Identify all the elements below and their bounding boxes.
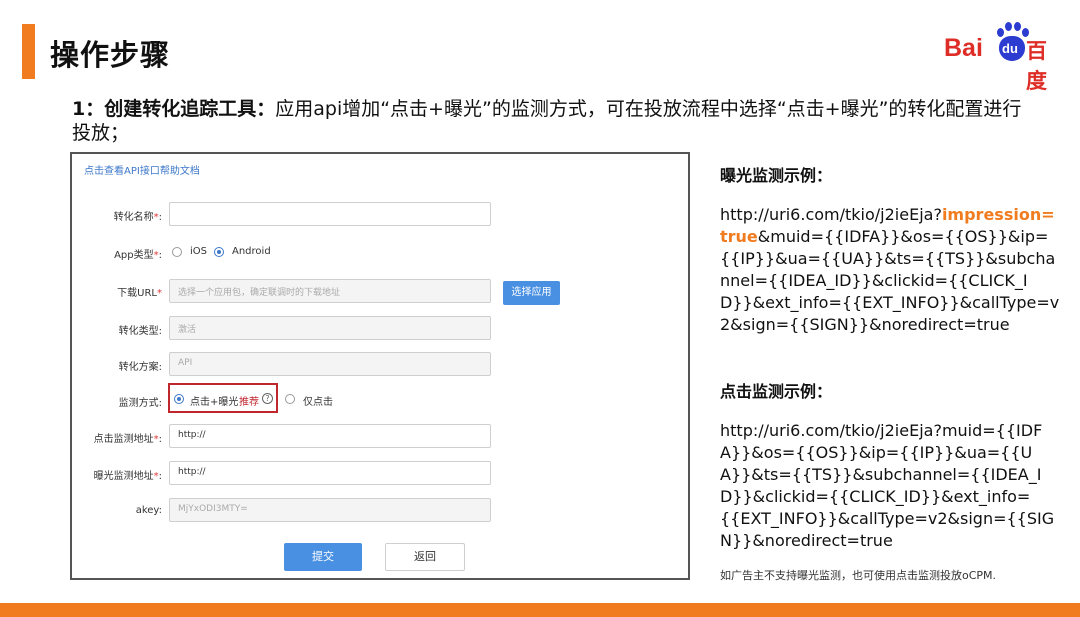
radio-android[interactable] [214,247,224,257]
back-button[interactable]: 返回 [385,543,465,571]
akey-label: akey: [135,505,162,516]
conversion-name-input[interactable] [169,202,491,226]
monitor-method-label: 监测方式: [118,398,162,409]
conversion-form-screenshot: 点击查看API接口帮助文档 转化名称*: App类型*: iOS Android… [70,152,690,580]
intro-lead: 1：创建转化追踪工具： [72,98,276,120]
impression-monitor-url-input[interactable]: http:// [169,461,491,485]
download-url-input[interactable]: 选择一个应用包，确定联调时的下载地址 [169,279,491,303]
conversion-plan-field: API [169,352,491,376]
recommend-tag: 推荐 [239,397,259,408]
radio-click-impression[interactable] [174,394,184,404]
logo-latin-text: Bai [944,34,983,62]
radio-android-label: Android [232,246,271,257]
radio-click-only[interactable] [285,394,295,404]
app-type-label: App类型*: [114,250,162,261]
radio-click-impression-label: 点击+曝光 [190,397,239,408]
click-monitor-url-label: 点击监测地址*: [93,434,162,445]
page-title: 操作步骤 [50,38,171,72]
help-question-icon[interactable]: ? [262,393,273,404]
akey-field: MjYxODI3MTY= [169,498,491,522]
ocpm-note: 如广告主不支持曝光监测，也可使用点击监测投放oCPM. [720,569,997,582]
submit-button[interactable]: 提交 [284,543,362,571]
baidu-logo: Bai du 百度 [944,20,1060,93]
footer-accent-bar [0,603,1080,617]
intro-paragraph: 1：创建转化追踪工具：应用api增加“点击+曝光”的监测方式，可在投放流程中选择… [72,97,1032,145]
click-monitor-url-input[interactable]: http:// [169,424,491,448]
impression-example-heading: 曝光监测示例： [720,166,833,185]
conversion-plan-label: 转化方案: [118,362,162,373]
radio-ios-label: iOS [190,246,207,257]
title-accent-bar [22,24,35,79]
select-app-button[interactable]: 选择应用 [503,281,560,305]
radio-click-only-label: 仅点击 [303,397,333,408]
logo-paw-text: du [1002,41,1018,56]
impression-example-url: http://uri6.com/tkio/j2ieEja?impression=… [720,205,1060,334]
conversion-name-label: 转化名称*: [113,212,162,223]
click-example-heading: 点击监测示例： [720,382,833,401]
logo-chinese-text: 百度 [1026,39,1047,93]
api-help-link[interactable]: 点击查看API接口帮助文档 [84,162,200,177]
conversion-type-label: 转化类型: [118,326,162,337]
paw-icon: du [994,22,1030,66]
radio-ios[interactable] [172,247,182,257]
click-example-url: http://uri6.com/tkio/j2ieEja?muid={{IDFA… [720,421,1055,550]
download-url-label: 下载URL* [117,288,162,299]
impression-monitor-url-label: 曝光监测地址*: [93,471,162,482]
conversion-type-field: 激活 [169,316,491,340]
